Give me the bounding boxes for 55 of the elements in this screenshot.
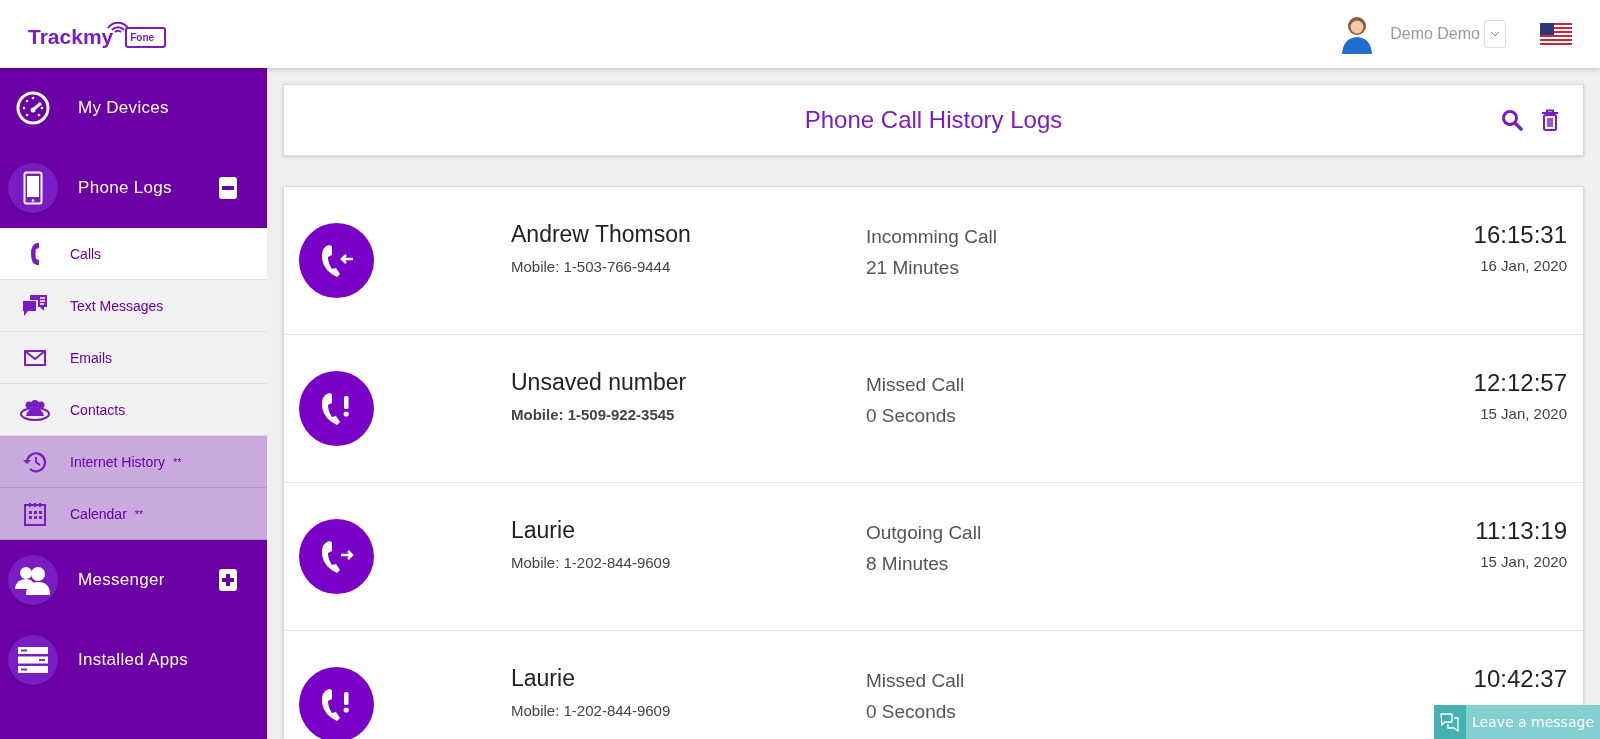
calendar-icon — [24, 501, 46, 526]
page-title: Phone Call History Logs — [804, 106, 1063, 134]
call-type: Missed Call — [866, 373, 965, 397]
sidebar-section[interactable]: Phone Logs — [0, 148, 267, 228]
trash-icon[interactable] — [1541, 109, 1559, 131]
call-time: 11:13:19 — [1475, 517, 1567, 545]
phone-number: Mobile: 1-509-922-3545 — [511, 406, 676, 423]
phone-number: Mobile: 1-202-844-9609 — [511, 554, 672, 571]
sidebar-section[interactable]: Installed Apps — [0, 620, 267, 700]
sidebar-item[interactable]: Calls — [0, 228, 267, 280]
caller-name: Laurie — [511, 517, 576, 544]
people-icon — [15, 565, 51, 595]
phone-number: Mobile: 1-202-844-9609 — [511, 702, 672, 719]
history-icon — [22, 449, 48, 474]
phone-handset-icon — [29, 241, 41, 266]
envelope-icon — [24, 349, 46, 366]
avatar-icon — [1340, 14, 1375, 54]
call-date: 16 Jan, 2020 — [1479, 257, 1567, 274]
sidebar-section[interactable]: Messenger — [0, 540, 267, 620]
call-date: 15 Jan, 2020 — [1479, 405, 1567, 422]
call-date: 15 Jan, 2020 — [1479, 553, 1567, 570]
gauge-icon — [15, 90, 51, 126]
call-type: Outgoing Call — [866, 521, 982, 545]
call-duration: 21 Minutes — [866, 256, 960, 280]
call-type: Incomming Call — [866, 225, 997, 249]
logo-badge: Fone — [125, 27, 167, 48]
flag-icon[interactable] — [1540, 23, 1572, 45]
sidebar-item[interactable]: Internet History ** — [0, 436, 267, 488]
search-icon[interactable] — [1501, 109, 1523, 131]
phone-number: Mobile: 1-503-766-9444 — [511, 258, 672, 275]
call-duration: 0 Seconds — [866, 700, 957, 724]
sidebar-item[interactable]: Text Messages — [0, 280, 267, 332]
caller-name: Andrew Thomson — [511, 221, 692, 248]
call-duration: 0 Seconds — [866, 404, 957, 428]
chat-bubble-icon — [1439, 712, 1460, 732]
sidebar-section[interactable]: My Devices — [0, 68, 267, 148]
expand-toggle-icon[interactable] — [219, 569, 237, 591]
call-type: Missed Call — [866, 669, 965, 693]
user-name: Demo Demo — [1390, 25, 1480, 43]
group-icon — [20, 398, 50, 421]
caller-name: Unsaved number — [511, 369, 688, 396]
sidebar-item[interactable]: Contacts — [0, 384, 267, 436]
chevron-down-icon — [1490, 31, 1500, 37]
call-time: 16:15:31 — [1473, 221, 1567, 249]
sidebar-item[interactable]: Emails — [0, 332, 267, 384]
sidebar-item[interactable]: Calendar ** — [0, 488, 267, 540]
caller-name: Laurie — [511, 665, 576, 692]
expand-toggle-icon[interactable] — [219, 177, 237, 199]
call-time: 12:12:57 — [1473, 369, 1567, 397]
chat-icon — [22, 293, 48, 318]
call-duration: 8 Minutes — [866, 552, 950, 576]
server-icon — [18, 647, 48, 673]
call-time: 10:42:37 — [1473, 665, 1567, 693]
logo-text: Trackmy — [28, 25, 114, 49]
smartphone-icon — [23, 171, 43, 205]
